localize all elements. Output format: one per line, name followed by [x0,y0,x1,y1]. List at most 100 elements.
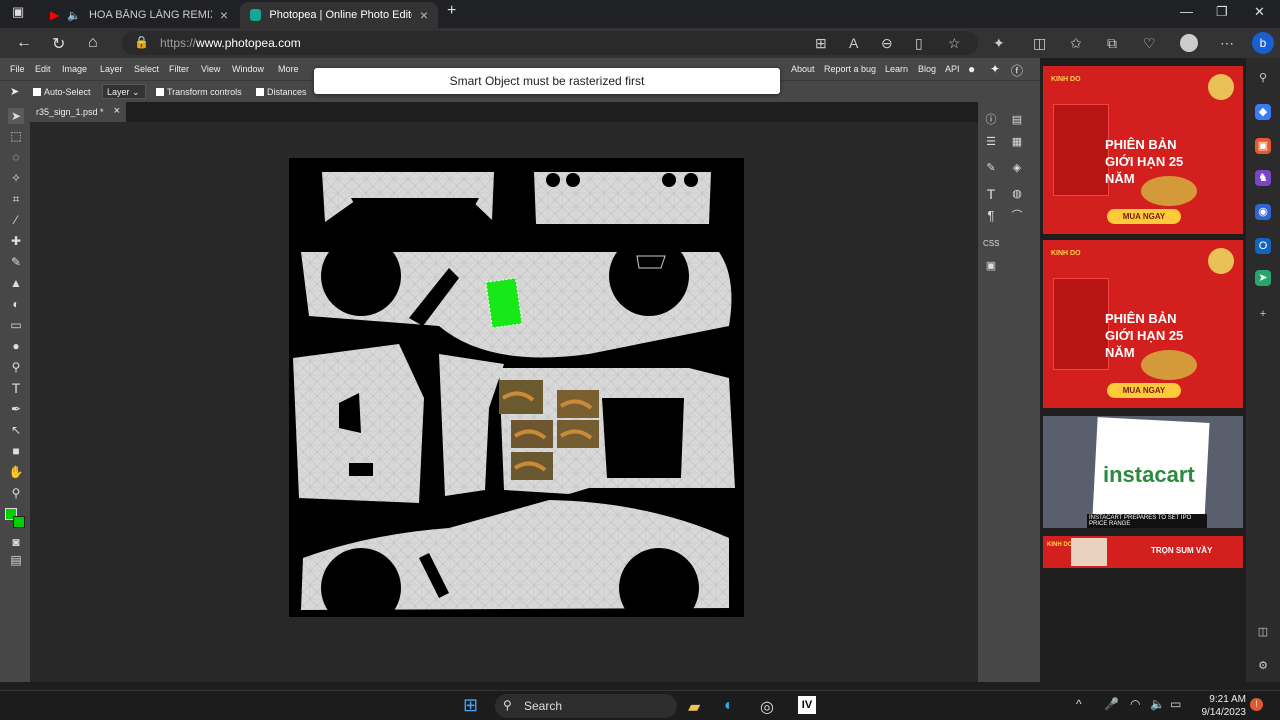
marquee-tool-icon[interactable]: ⬚ [8,128,24,144]
lock-icon[interactable]: 🔒 [134,35,149,49]
close-window-icon[interactable]: ✕ [1254,4,1265,20]
menu-layer[interactable]: Layer [100,64,123,74]
transform-controls-checkbox[interactable]: Transform controls [156,87,242,97]
ad-cta-button[interactable]: MUA NGAY [1107,209,1181,224]
read-aloud-icon[interactable]: A [849,35,858,51]
tab-actions-icon[interactable]: ▣ [12,4,24,20]
microphone-icon[interactable]: 🎤 [1104,697,1119,711]
games-icon[interactable]: ♞ [1255,170,1271,186]
outlook-icon[interactable]: O [1255,238,1271,254]
more-icon[interactable]: ⋯ [1220,35,1234,52]
microsoft365-icon[interactable]: ◉ [1255,204,1271,220]
favorites-icon[interactable]: ✩ [1070,35,1082,52]
healing-brush-icon[interactable]: ✚ [8,233,24,249]
facebook-icon[interactable]: ⓕ [1011,62,1023,79]
brush-tool-icon[interactable]: ✎ [8,254,24,270]
properties-icon[interactable]: ▤ [1009,112,1025,128]
menu-view[interactable]: View [201,64,220,74]
home-icon[interactable]: ⌂ [88,34,98,52]
menu-select[interactable]: Select [134,64,159,74]
clock[interactable]: 9:21 AM 9/14/2023 [1196,693,1247,719]
apps-icon[interactable]: ⊞ [815,35,827,52]
menu-edit[interactable]: Edit [35,64,51,74]
ad-instacart[interactable]: instacart INSTACART PREPARES TO SET IPO … [1043,416,1243,528]
menu-image[interactable]: Image [62,64,87,74]
close-tab-icon[interactable]: × [420,7,428,23]
ivcam-icon[interactable]: IV [798,696,816,714]
shopping-icon[interactable]: ◆ [1255,104,1271,120]
search-icon[interactable]: ⚲ [1255,70,1271,86]
menu-more[interactable]: More [278,64,299,74]
close-document-icon[interactable]: × [114,105,120,117]
character-icon[interactable]: T [983,186,999,202]
info-icon[interactable]: ⓘ [983,112,999,128]
shape-tool-icon[interactable]: ■ [8,443,24,459]
settings-icon[interactable]: ⚙ [1255,658,1271,674]
crop-tool-icon[interactable]: ⌗ [8,191,24,207]
eraser-tool-icon[interactable]: ◐ [8,296,24,312]
quick-mask-icon[interactable]: ◙ [8,534,24,550]
hand-tool-icon[interactable]: ✋ [8,464,24,480]
maximize-icon[interactable]: ❐ [1216,4,1228,20]
path-select-icon[interactable]: ↖ [8,422,24,438]
zoom-tool-icon[interactable]: ⚲ [8,485,24,501]
wifi-icon[interactable]: ◠ [1130,697,1140,711]
layers-icon[interactable]: ◈ [1009,160,1025,176]
tools-icon[interactable]: ▣ [1255,138,1271,154]
document-canvas[interactable] [289,158,744,617]
back-icon[interactable]: ← [16,34,32,52]
new-tab-icon[interactable]: + [447,2,456,20]
menu-filter[interactable]: Filter [169,64,189,74]
pen-tool-icon[interactable]: ✒ [8,401,24,417]
add-app-icon[interactable]: + [1255,306,1271,322]
edge-icon[interactable]: ◐ [724,697,734,715]
adjustments-icon[interactable]: ☰ [983,134,999,150]
layer-select[interactable]: Layer ⌄ [102,84,146,99]
document-tab[interactable]: r35_sign_1.psd * × [30,102,126,122]
magic-wand-icon[interactable]: ✧ [8,170,24,186]
paths-icon[interactable]: ⌒ [1009,208,1025,224]
file-explorer-icon[interactable]: ▰ [688,697,700,717]
image-icon[interactable]: ▣ [983,258,999,274]
ad-cta-button[interactable]: MUA NGAY [1107,383,1181,398]
zoom-icon[interactable]: ⊖ [881,35,893,52]
page-icon[interactable]: ▯ [915,35,923,52]
distances-checkbox[interactable]: Distances [256,87,307,97]
menu-api[interactable]: API [945,64,960,74]
menu-learn[interactable]: Learn [885,64,908,74]
split-screen-icon[interactable]: ◫ [1033,35,1046,52]
channels-icon[interactable]: ◍ [1009,186,1025,202]
speaker-icon[interactable]: 🔈 [67,9,81,22]
start-icon[interactable]: ⊞ [463,695,478,716]
menu-blog[interactable]: Blog [918,64,936,74]
close-tab-icon[interactable]: × [220,7,228,23]
blur-tool-icon[interactable]: ● [8,338,24,354]
dodge-tool-icon[interactable]: ⚲ [8,359,24,375]
gradient-tool-icon[interactable]: ▭ [8,317,24,333]
menu-file[interactable]: File [10,64,25,74]
tab-photopea[interactable]: Photopea | Online Photo Editor × [240,2,438,28]
menu-window[interactable]: Window [232,64,264,74]
move-tool-icon[interactable]: ➤ [8,108,24,124]
performance-icon[interactable]: ♡ [1143,35,1156,52]
collections-icon[interactable]: ⧉ [1107,35,1117,52]
chevron-up-icon[interactable]: ^ [1076,697,1082,711]
ad-kinhdo-2[interactable]: KINH DO PHIÊN BẢN GIỚI HẠN 25 NĂM MUA NG… [1043,240,1243,408]
screen-mode-icon[interactable]: ▤ [8,552,24,568]
eyedropper-icon[interactable]: ⁄ [8,212,24,228]
notification-icon[interactable]: ! [1250,698,1263,711]
extensions-icon[interactable]: ✦ [993,35,1005,52]
copilot-icon[interactable]: b [1252,32,1274,54]
hide-sidebar-icon[interactable]: ◫ [1255,624,1271,640]
profile-avatar[interactable] [1180,34,1198,52]
drop-icon[interactable]: ➤ [1255,270,1271,286]
reddit-icon[interactable]: ● [968,62,975,76]
favorite-icon[interactable]: ☆ [948,35,961,52]
stamp-tool-icon[interactable]: ▲ [8,275,24,291]
battery-icon[interactable]: ▭ [1170,697,1181,711]
ad-kinhdo-banner[interactable]: KINH DO TRỌN SUM VẦY [1043,536,1243,568]
lasso-tool-icon[interactable]: ◌ [8,149,24,165]
paragraph-icon[interactable]: ¶ [983,208,999,224]
brush-panel-icon[interactable]: ✎ [983,160,999,176]
menu-report-bug[interactable]: Report a bug [824,64,876,74]
